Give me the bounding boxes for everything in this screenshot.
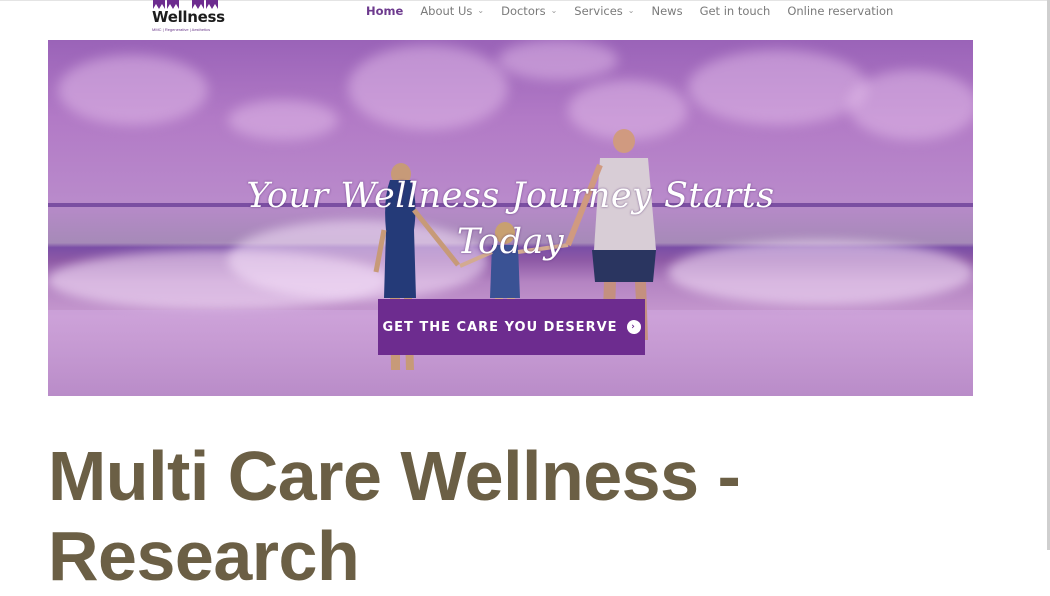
nav-about-us[interactable]: About Us ⌄ bbox=[420, 4, 484, 18]
nav-news-label: News bbox=[651, 4, 683, 18]
chevron-down-icon: ⌄ bbox=[550, 6, 558, 15]
nav-online-reservation-label: Online reservation bbox=[787, 4, 894, 18]
hero-headline-line1: Your Wellness Journey Starts bbox=[246, 176, 775, 216]
site-logo[interactable]: Wellness MMC | Regenerative | Aesthetics bbox=[150, 0, 230, 36]
nav-about-us-label: About Us bbox=[420, 4, 473, 18]
main-nav: Home About Us ⌄ Doctors ⌄ Services ⌄ News G… bbox=[366, 4, 910, 18]
cta-button-label: GET THE CARE YOU DESERVE bbox=[382, 319, 618, 335]
logo-title: Wellness bbox=[152, 8, 225, 26]
hero-banner: Your Wellness Journey Starts Today GET T… bbox=[48, 40, 973, 396]
logo-tagline: MMC | Regenerative | Aesthetics bbox=[152, 27, 211, 32]
hero-headline-line2: Today bbox=[456, 222, 565, 262]
nav-get-in-touch[interactable]: Get in touch bbox=[700, 4, 771, 18]
nav-services-label: Services bbox=[574, 4, 623, 18]
nav-doctors[interactable]: Doctors ⌄ bbox=[501, 4, 557, 18]
page-title: Multi Care Wellness - Research bbox=[48, 437, 741, 595]
chevron-down-icon: ⌄ bbox=[627, 6, 635, 15]
hero-headline: Your Wellness Journey Starts Today bbox=[48, 173, 973, 265]
cta-button[interactable]: GET THE CARE YOU DESERVE › bbox=[378, 299, 645, 355]
arrow-right-circle-icon: › bbox=[626, 320, 641, 334]
chevron-down-icon: ⌄ bbox=[477, 6, 485, 15]
nav-doctors-label: Doctors bbox=[501, 4, 546, 18]
nav-get-in-touch-label: Get in touch bbox=[699, 4, 771, 18]
nav-home[interactable]: Home bbox=[366, 4, 403, 18]
nav-home-label: Home bbox=[366, 4, 404, 18]
nav-online-reservation[interactable]: Online reservation bbox=[787, 4, 893, 18]
nav-services[interactable]: Services ⌄ bbox=[574, 4, 634, 18]
nav-news[interactable]: News bbox=[651, 4, 682, 18]
